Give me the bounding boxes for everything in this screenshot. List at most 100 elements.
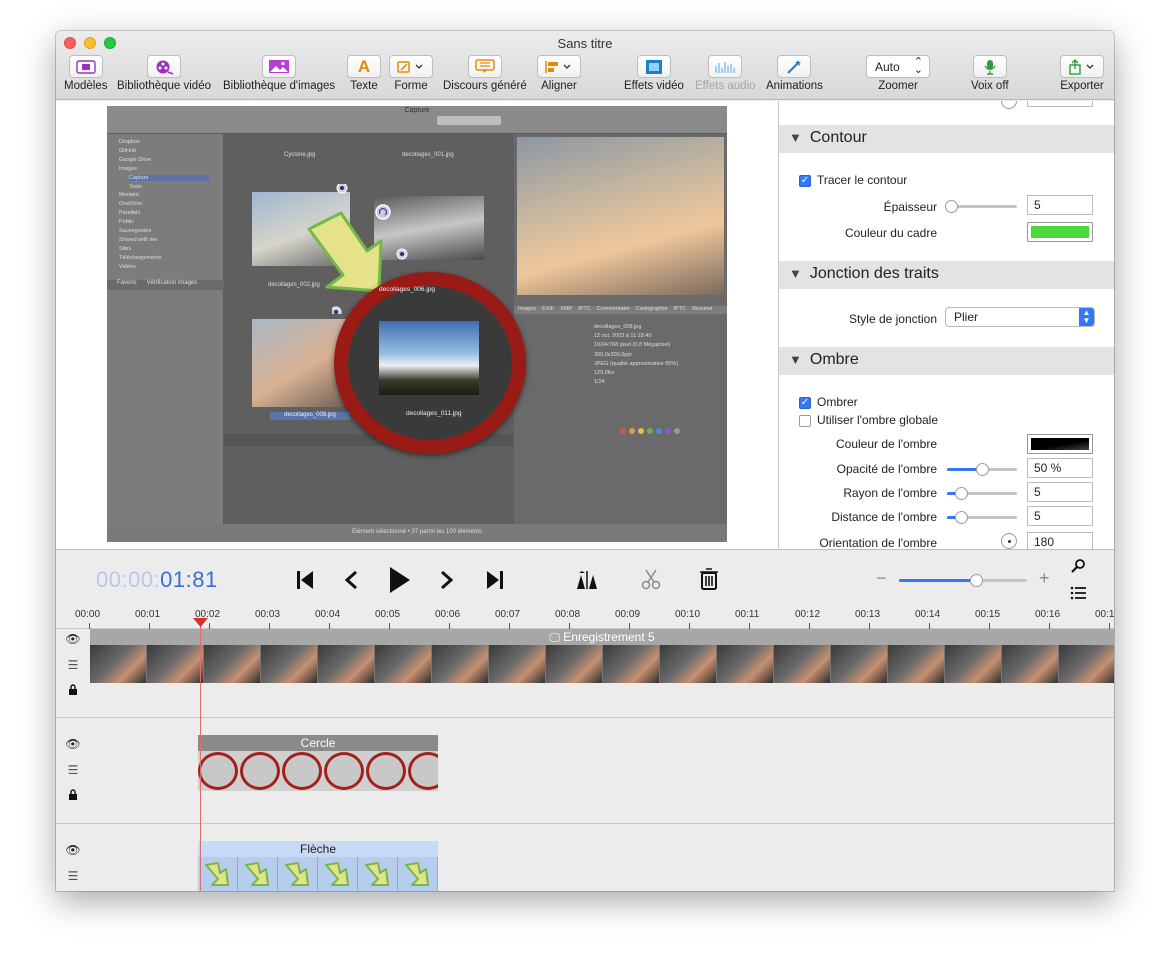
drag-handle-icon[interactable]: ☰	[64, 869, 82, 883]
orientation-dial[interactable]	[1001, 533, 1017, 549]
export-button[interactable]: Exporter	[1060, 55, 1104, 92]
join-style-select[interactable]: Plier ▲ ▼	[945, 307, 1095, 327]
align-button[interactable]: Aligner	[537, 55, 581, 92]
animations-button[interactable]: Animations	[766, 55, 823, 92]
video-frame	[1059, 645, 1114, 683]
trash-icon[interactable]	[699, 568, 719, 590]
zoomed-file-label: decollages_011.jpg	[406, 410, 462, 417]
info-tab: Commentaire	[596, 306, 630, 312]
zoom-select[interactable]: Auto ⌃ ⌄	[866, 55, 930, 78]
thickness-label: Épaisseur	[883, 200, 937, 214]
slider-knob[interactable]	[976, 463, 989, 476]
arrow-frame	[198, 857, 238, 891]
preview-canvas[interactable]: Capture Dropbox GitHub Google Drive Images C…	[56, 101, 778, 549]
join-section-header[interactable]: ▼ Jonction des traits	[779, 261, 1114, 289]
video-effects-label: Effets vidéo	[624, 80, 684, 92]
play-icon[interactable]	[389, 566, 411, 594]
video-frame	[432, 645, 489, 683]
split-markers-icon[interactable]	[576, 570, 598, 590]
scissors-icon[interactable]	[641, 569, 661, 591]
slider-knob[interactable]	[944, 200, 958, 213]
shadow-opacity-field[interactable]: 50 %	[1027, 458, 1093, 478]
share-icon	[1060, 55, 1104, 78]
draw-contour-label: Tracer le contour	[817, 173, 908, 187]
drag-handle-icon[interactable]: ☰	[64, 658, 82, 672]
timeline-ruler[interactable]: 00:00 00:01 00:02 00:03 00:04 00:05 00:06 00:07…	[56, 609, 1114, 629]
shadow-label: Ombrer	[817, 395, 858, 409]
video-library-button[interactable]: Bibliothèque vidéo	[117, 55, 211, 92]
recording-clip-header[interactable]: 🖵 Enregistrement 5	[90, 629, 1114, 645]
step-forward-icon[interactable]	[439, 570, 455, 590]
lock-icon[interactable]	[64, 684, 82, 699]
slider-knob[interactable]	[955, 487, 968, 500]
eye-icon[interactable]: 👁	[64, 843, 82, 857]
shape-icon	[389, 55, 433, 78]
zoom-out-icon[interactable]: −	[876, 568, 887, 589]
shadow-radius-slider[interactable]	[947, 487, 1017, 500]
rotate-handle-icon[interactable]	[374, 203, 392, 221]
audio-effects-button[interactable]: Effets audio	[695, 55, 756, 92]
playhead-marker-icon[interactable]	[193, 618, 208, 628]
audio-effects-icon	[708, 55, 743, 78]
search-icon[interactable]	[1070, 558, 1086, 574]
shape-button[interactable]: Forme	[389, 55, 433, 92]
timeline-zoom-slider[interactable]	[899, 574, 1027, 587]
shadow-checkbox[interactable]: ✓	[799, 397, 811, 409]
arrow-frame	[238, 857, 278, 891]
video-frame	[375, 645, 432, 683]
shadow-opacity-slider[interactable]	[947, 463, 1017, 476]
info-row: 129,0Ko	[594, 369, 615, 376]
ruler-tick-label: 00:01	[135, 609, 161, 620]
ruler-tick-label: 00:08	[555, 609, 581, 620]
shadow-radius-field[interactable]: 5	[1027, 482, 1093, 502]
text-button[interactable]: A Texte	[347, 55, 381, 92]
shadow-color-well[interactable]	[1027, 434, 1093, 454]
circle-clip-header[interactable]: Cercle	[198, 735, 438, 751]
image-library-button[interactable]: Bibliothèque d'images	[223, 55, 335, 92]
shadow-distance-slider[interactable]	[947, 511, 1017, 524]
shadow-section-header[interactable]: ▼ Ombre	[779, 347, 1114, 375]
drag-handle-icon[interactable]: ☰	[64, 763, 82, 777]
image-icon	[262, 55, 297, 78]
transport-bar: 00:00:01:81 − +	[56, 549, 1114, 609]
eye-icon[interactable]: 👁	[64, 632, 82, 646]
info-row: 1/24	[594, 379, 605, 386]
global-shadow-checkbox[interactable]	[799, 415, 811, 427]
eye-icon[interactable]: 👁	[64, 737, 82, 751]
circle-frame	[198, 752, 238, 790]
skip-to-start-icon[interactable]	[296, 570, 314, 590]
circle-clip-frames[interactable]	[198, 751, 438, 791]
zoom-control[interactable]: Auto ⌃ ⌄ Zoomer	[866, 55, 930, 92]
voice-off-button[interactable]: Voix off	[971, 55, 1009, 92]
frame-color-well[interactable]	[1027, 222, 1093, 242]
list-icon[interactable]	[1070, 586, 1086, 600]
video-effects-button[interactable]: Effets vidéo	[624, 55, 684, 92]
info-row: JPEG (qualité approximative 85%)	[594, 360, 679, 367]
slider-knob[interactable]	[969, 574, 983, 587]
step-back-icon[interactable]	[343, 570, 359, 590]
shadow-distance-field[interactable]: 5	[1027, 506, 1093, 526]
playhead[interactable]	[200, 618, 201, 891]
thickness-field[interactable]: 5	[1027, 195, 1093, 215]
finder-search	[437, 116, 501, 125]
slider-knob[interactable]	[955, 511, 968, 524]
recording-clip-frames[interactable]	[90, 645, 1114, 683]
ruler-tick-label: 00:09	[615, 609, 641, 620]
contour-section-header[interactable]: ▼ Contour	[779, 125, 1114, 153]
circle-annotation-shape[interactable]: decollages_006.jpg decollages_011.jpg	[334, 272, 526, 454]
image-library-label: Bibliothèque d'images	[223, 80, 336, 92]
zoom-in-icon[interactable]: +	[1039, 568, 1050, 589]
track-arrow: 👁 ☰ Flèche	[56, 824, 1114, 891]
thickness-slider[interactable]	[944, 200, 1017, 213]
generated-speech-button[interactable]: Discours généré	[443, 55, 527, 92]
models-button[interactable]: Modèles	[64, 55, 107, 92]
arrow-clip-frames[interactable]	[198, 857, 438, 891]
lock-icon[interactable]	[64, 789, 82, 804]
draw-contour-checkbox[interactable]: ✓	[799, 175, 811, 187]
shadow-orientation-field[interactable]: 180	[1027, 532, 1093, 549]
skip-to-end-icon[interactable]	[486, 570, 504, 590]
join-style-label: Style de jonction	[848, 312, 937, 326]
scroll-remnant-field	[1027, 101, 1093, 107]
video-frame	[717, 645, 774, 683]
arrow-clip-header[interactable]: Flèche	[198, 841, 438, 857]
